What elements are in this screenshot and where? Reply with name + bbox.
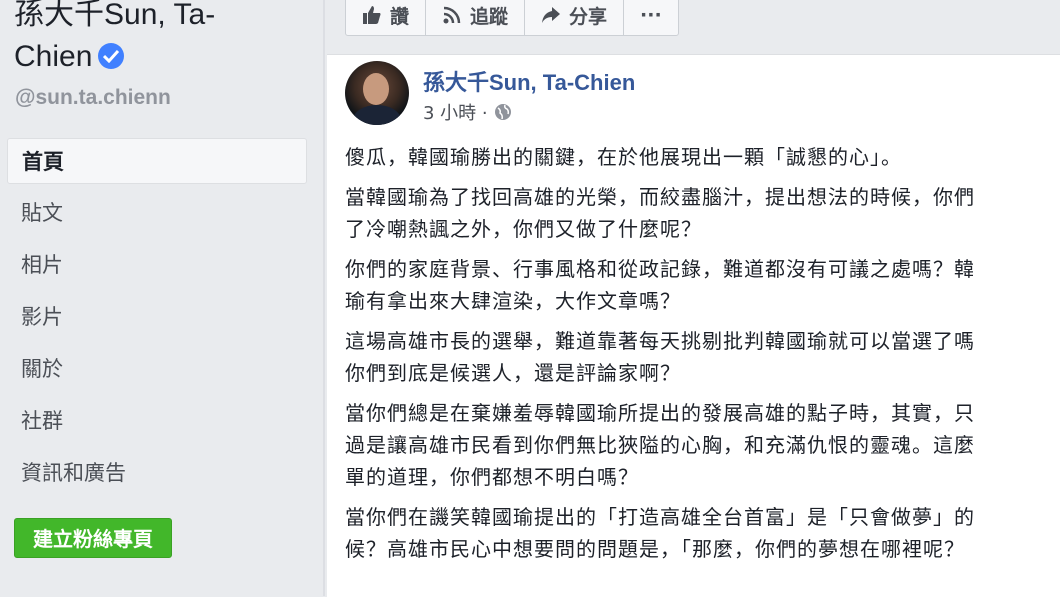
create-page-button[interactable]: 建立粉絲專頁 — [14, 518, 172, 558]
author-avatar[interactable] — [345, 61, 409, 125]
page-handle[interactable]: @sun.ta.chienn — [15, 86, 171, 110]
post-author-name[interactable]: 孫大千Sun, Ta-Chien — [423, 65, 635, 97]
post-paragraph: 你們的家庭背景、行事風格和從政記錄，難道都沒有可議之處嗎？韓 瑜有拿出來大肆渲染… — [345, 257, 975, 313]
nav-item-posts[interactable]: 貼文 — [7, 190, 307, 242]
nav-item-photos[interactable]: 相片 — [7, 242, 307, 294]
share-arrow-icon — [542, 7, 561, 23]
post-paragraph: 當你們總是在棄嫌羞辱韓國瑜所提出的發展高雄的點子時，其實，只 過是讓高雄市民看到… — [345, 401, 975, 489]
share-button[interactable]: 分享 — [525, 0, 625, 35]
post-body: 傻瓜，韓國瑜勝出的關鍵，在於他展現出一顆「誠懇的心」。 當韓國瑜為了找回高雄的光… — [345, 141, 1060, 573]
thumbs-up-icon — [363, 6, 381, 24]
post-paragraph: 當韓國瑜為了找回高雄的光榮，而絞盡腦汁，提出想法的時候，你們 了冷嘲熱諷之外，你… — [345, 185, 975, 241]
nav-item-community[interactable]: 社群 — [7, 398, 307, 450]
left-sidebar: 孫大千Sun, Ta- Chien @sun.ta.chienn 首頁 貼文 相… — [0, 0, 323, 596]
nav-item-videos[interactable]: 影片 — [7, 294, 307, 346]
follow-button[interactable]: 追蹤 — [426, 0, 526, 35]
post-paragraph: 當你們在譏笑韓國瑜提出的「打造高雄全台首富」是「只會做夢」的 候？高雄市民心中想… — [345, 505, 975, 561]
nav-item-about[interactable]: 關於 — [7, 346, 307, 398]
page-name-line2: Chien — [14, 40, 93, 73]
nav-item-info-and-ads[interactable]: 資訊和廣告 — [7, 450, 307, 502]
post-meta: 3 小時 · — [423, 99, 512, 125]
verified-badge-icon — [98, 43, 125, 69]
share-label: 分享 — [569, 5, 608, 28]
post-timestamp[interactable]: 3 小時 · — [423, 99, 488, 125]
page-name[interactable]: 孫大千Sun, Ta- Chien — [14, 0, 314, 78]
page-name-line1: 孫大千Sun, Ta- — [14, 0, 216, 31]
nav-item-home[interactable]: 首頁 — [7, 138, 307, 184]
more-options-icon: ··· — [640, 4, 662, 26]
post-card: 孫大千Sun, Ta-Chien 3 小時 · 傻瓜，韓國瑜勝出的關鍵，在於他展… — [327, 54, 1060, 597]
page-action-bar: 讚 追蹤 分享 ··· — [345, 0, 679, 36]
sidebar-divider — [323, 0, 325, 596]
globe-icon[interactable] — [494, 103, 512, 121]
post-paragraph: 這場高雄市長的選舉，難道靠著每天挑剔批判韓國瑜就可以當選了嗎 你們到底是候選人，… — [345, 329, 975, 385]
post-paragraph: 傻瓜，韓國瑜勝出的關鍵，在於他展現出一顆「誠懇的心」。 — [345, 145, 902, 169]
follow-label: 追蹤 — [470, 5, 509, 28]
like-label: 讚 — [390, 5, 410, 28]
like-button[interactable]: 讚 — [346, 0, 427, 35]
rss-icon — [443, 6, 461, 24]
more-options-button[interactable]: ··· — [624, 0, 678, 35]
page-nav: 首頁 貼文 相片 影片 關於 社群 資訊和廣告 — [7, 138, 307, 502]
